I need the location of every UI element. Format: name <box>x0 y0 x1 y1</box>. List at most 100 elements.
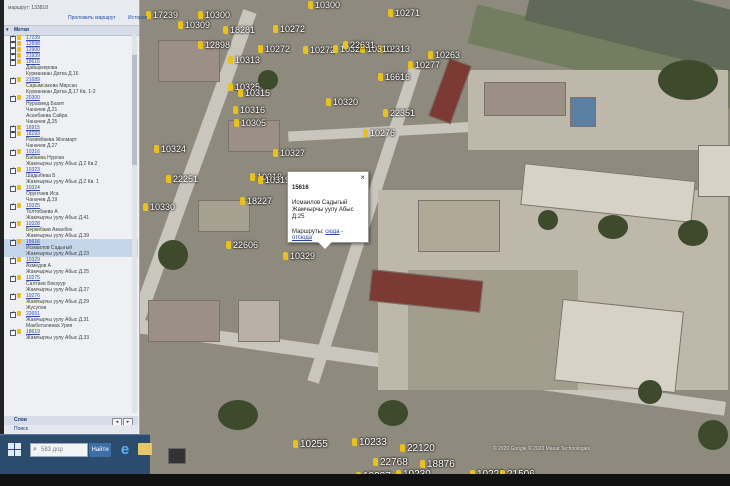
mark-checkbox[interactable] <box>10 328 16 336</box>
internet-explorer-icon[interactable]: e <box>116 441 134 459</box>
mark-checkbox[interactable] <box>10 184 16 192</box>
taskbar-app-icon[interactable] <box>168 448 186 464</box>
pin-icon <box>17 275 21 280</box>
mark-list-item[interactable]: 10325Толтобаева А <box>4 202 138 215</box>
map-pin[interactable]: 10276 <box>363 128 395 138</box>
mark-list-item[interactable]: 18619Жамчырчы уулу Абыс Д.33 <box>4 328 138 341</box>
history-link[interactable]: История <box>128 15 147 21</box>
marker-popup: × 15616 Исмаилов Садыгый Жамчырчы уулу А… <box>287 171 369 249</box>
mark-list-item[interactable]: 22651Жамчырчы уулу Абыс Д.31 <box>4 310 138 323</box>
map-pin[interactable]: 18281 <box>223 25 255 35</box>
map-pin[interactable]: 10271 <box>388 8 420 18</box>
map-pin[interactable]: 10320 <box>326 97 358 107</box>
pin-icon <box>17 257 21 262</box>
pin-icon <box>17 77 21 82</box>
mark-list-item[interactable]: 18615Дайыркерова <box>4 58 138 71</box>
mark-list-item[interactable]: 18293Рахимбаева Жоомарт <box>4 130 138 143</box>
route-to-here-link[interactable]: сюда <box>325 229 339 235</box>
mark-checkbox[interactable] <box>10 238 16 246</box>
map-pin[interactable]: 22768 <box>373 458 408 468</box>
map-pin[interactable]: 10277 <box>408 60 440 70</box>
pin-icon <box>17 311 21 316</box>
map-pin[interactable]: 22631 <box>343 40 375 50</box>
tree <box>538 210 558 230</box>
file-explorer-icon[interactable] <box>138 443 152 455</box>
marks-section-title: Метки <box>14 27 29 33</box>
tree <box>158 240 188 270</box>
map-pin[interactable]: 22351 <box>383 108 415 118</box>
layers-section-title: Слои <box>14 417 27 423</box>
map-pin[interactable]: 10316 <box>233 105 265 115</box>
building <box>484 82 566 116</box>
map-pin[interactable]: 10233 <box>352 438 387 448</box>
map-pin[interactable]: 10315 <box>238 88 270 98</box>
screen: 17239 10309 12898 18281 10272 10272 1030… <box>0 0 730 486</box>
map-pin[interactable]: 10263 <box>428 50 460 60</box>
map-pin[interactable]: 10313 <box>228 55 260 65</box>
mark-checkbox[interactable] <box>10 58 16 66</box>
map-pin[interactable]: 10272 <box>258 44 290 54</box>
building <box>418 200 500 252</box>
map-pin[interactable]: 22606 <box>226 240 258 250</box>
building <box>148 300 220 342</box>
mark-checkbox[interactable] <box>10 202 16 210</box>
map-pin[interactable]: 10305 <box>234 118 266 128</box>
map-pin[interactable]: 17239 <box>146 10 178 20</box>
scrollbar-thumb[interactable] <box>132 55 137 165</box>
mark-list-item[interactable]: 10328Беркибаев Аманбек <box>4 220 138 233</box>
map-pin[interactable]: 18227 <box>240 196 272 206</box>
mark-checkbox[interactable] <box>10 94 16 102</box>
collapse-icon: ▾ <box>6 27 9 33</box>
pin-icon <box>17 221 21 226</box>
popup-close-icon[interactable]: × <box>360 173 365 182</box>
windows-start-icon[interactable] <box>8 443 22 457</box>
mark-list-item[interactable]: 10276Жамчырчы уулу Абыс Д.29 <box>4 292 138 305</box>
mark-list-item[interactable]: 10323Шадыбева Б <box>4 166 138 179</box>
mark-checkbox[interactable] <box>10 310 16 318</box>
mark-checkbox[interactable] <box>10 220 16 228</box>
map-pin[interactable]: 10300 <box>308 0 340 10</box>
mark-list-item[interactable]: 15616Исмаилов Садыгый <box>4 238 138 251</box>
map-pin[interactable]: 10300 <box>198 10 230 20</box>
marks-scrollbar[interactable] <box>132 35 137 413</box>
building <box>570 97 596 127</box>
pin-icon <box>17 41 21 46</box>
map-pin[interactable]: 12898 <box>198 40 230 50</box>
taskbar-search-input[interactable]: ⌕ 583 дор <box>30 443 88 457</box>
mark-checkbox[interactable] <box>10 76 16 84</box>
map-pin[interactable]: 10327 <box>273 148 305 158</box>
map-pin[interactable]: 10319 <box>258 175 290 185</box>
satellite-map[interactable]: 17239 10309 12898 18281 10272 10272 1030… <box>138 0 730 486</box>
build-route-link[interactable]: Проложить маршрут <box>68 15 116 21</box>
mark-list-item[interactable]: 10324Орунтаев Иса <box>4 184 138 197</box>
search-button[interactable]: Найти <box>89 443 111 457</box>
mark-checkbox[interactable] <box>10 148 16 156</box>
mark-checkbox[interactable] <box>10 130 16 138</box>
mark-list-item[interactable]: 10316Бабаева Нурлан <box>4 148 138 161</box>
map-pin[interactable]: 16616 <box>378 72 410 82</box>
mark-checkbox[interactable] <box>10 256 16 264</box>
mark-list-item[interactable]: 20300Нурахмед Бахит <box>4 94 138 107</box>
map-pin[interactable]: 10329 <box>283 251 315 261</box>
map-pin[interactable]: 10309 <box>178 20 210 30</box>
popup-name-line1: Исмаилов Садыгый <box>292 200 348 206</box>
map-pin[interactable]: 22120 <box>400 444 435 454</box>
map-pin[interactable]: 10255 <box>293 440 328 450</box>
popup-routes: Маршруты: сюда - отсюда <box>292 229 364 241</box>
map-pin[interactable]: 22251 <box>166 174 198 184</box>
map-pin[interactable]: 10324 <box>154 144 186 154</box>
mark-list-item[interactable]: 10329Ахмедов А <box>4 256 138 269</box>
map-pin[interactable]: 10272 <box>273 24 305 34</box>
mark-checkbox[interactable] <box>10 292 16 300</box>
pin-icon <box>17 293 21 298</box>
map-pin[interactable]: 10330 <box>143 202 175 212</box>
mark-checkbox[interactable] <box>10 274 16 282</box>
search-section-header[interactable]: Поиск <box>4 425 138 434</box>
search-section-title: Поиск <box>14 426 28 432</box>
pin-icon <box>17 203 21 208</box>
mark-checkbox[interactable] <box>10 166 16 174</box>
mark-list-item[interactable]: 10275Салтаев Бекзуур <box>4 274 138 287</box>
route-from-here-link[interactable]: отсюда <box>292 235 312 241</box>
mark-list-item[interactable]: 21689Сарымсакова Мирсан <box>4 76 138 89</box>
map-pin[interactable]: 10272 <box>303 45 335 55</box>
